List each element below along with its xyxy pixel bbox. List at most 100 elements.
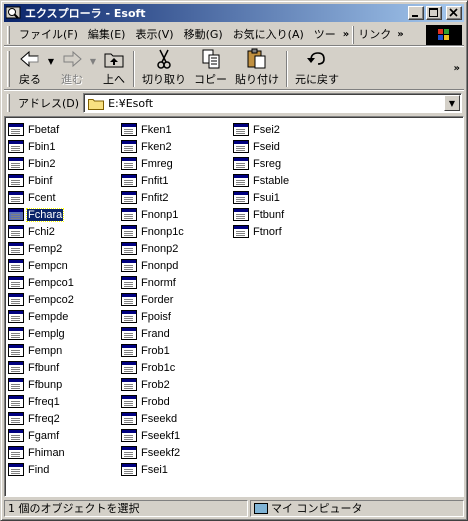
file-item[interactable]: Fnfit2 [121, 189, 185, 206]
menu-grip[interactable] [7, 25, 10, 44]
file-item[interactable]: Ffreq2 [8, 410, 75, 427]
file-item[interactable]: Fnonpd [121, 257, 185, 274]
file-item[interactable]: Fbinf [8, 172, 75, 189]
file-item[interactable]: Fempco2 [8, 291, 75, 308]
file-item[interactable]: Fnonp1c [121, 223, 185, 240]
file-name-label: Ftnorf [253, 225, 282, 238]
file-item[interactable]: Find [8, 461, 75, 478]
address-combobox[interactable]: E:¥Esoft ▼ [83, 93, 462, 113]
file-item[interactable]: Femp2 [8, 240, 75, 257]
file-name-label: Forder [141, 293, 174, 306]
file-item[interactable]: Ftbunf [233, 206, 290, 223]
file-item[interactable]: Fbetaf [8, 121, 75, 138]
file-item[interactable]: Frobd [121, 393, 185, 410]
back-label: 戻る [19, 72, 41, 86]
file-item[interactable]: Fhiman [8, 444, 75, 461]
file-item[interactable]: Fempco1 [8, 274, 75, 291]
copy-button[interactable]: コピー [190, 49, 231, 89]
file-item[interactable]: Fbin1 [8, 138, 75, 155]
application-window-icon [8, 191, 24, 204]
file-item[interactable]: Fsei1 [121, 461, 185, 478]
menu-favorites[interactable]: お気に入り(A) [228, 26, 309, 44]
file-item[interactable]: Frob2 [121, 376, 185, 393]
file-item[interactable]: Ftnorf [233, 223, 290, 240]
application-window-icon [121, 140, 137, 153]
paste-button[interactable]: 貼り付け [231, 48, 283, 89]
maximize-button[interactable] [426, 6, 442, 20]
file-item[interactable]: Fstable [233, 172, 290, 189]
file-item[interactable]: Frand [121, 325, 185, 342]
windows-logo [426, 25, 462, 45]
file-column: Fbetaf Fbin1 Fbin2 Fbinf Fcent Fchara Fchi2 Fem… [8, 121, 75, 478]
application-window-icon [121, 191, 137, 204]
back-button[interactable]: 戻る [14, 49, 46, 89]
title-bar[interactable]: エクスプローラ - Esoft [4, 4, 464, 22]
explorer-app-icon[interactable] [5, 6, 22, 20]
address-input[interactable]: E:¥Esoft [108, 97, 444, 110]
up-button[interactable]: 上へ [98, 49, 130, 89]
file-item[interactable]: Fsui1 [233, 189, 290, 206]
toolbar-grip[interactable] [7, 50, 10, 87]
file-item[interactable]: Fseekf2 [121, 444, 185, 461]
forward-label: 進む [61, 72, 83, 86]
application-window-icon [233, 123, 249, 136]
file-item[interactable]: Ffbunf [8, 359, 75, 376]
address-dropdown-button[interactable]: ▼ [444, 95, 460, 111]
file-item[interactable]: Fsreg [233, 155, 290, 172]
file-item[interactable]: Fempde [8, 308, 75, 325]
application-window-icon [8, 361, 24, 374]
address-grip[interactable] [7, 94, 10, 112]
file-item[interactable]: Fchi2 [8, 223, 75, 240]
file-item[interactable]: Frob1c [121, 359, 185, 376]
file-item[interactable]: Fcent [8, 189, 75, 206]
file-item[interactable]: Fnonp2 [121, 240, 185, 257]
file-item[interactable]: Ffbunp [8, 376, 75, 393]
file-item[interactable]: Fnfit1 [121, 172, 185, 189]
file-item[interactable]: Fnormf [121, 274, 185, 291]
file-item[interactable]: Ffreq1 [8, 393, 75, 410]
file-name-label: Fken2 [141, 140, 172, 153]
links-overflow-chevron[interactable]: » [397, 29, 403, 40]
file-item[interactable]: Frob1 [121, 342, 185, 359]
file-item[interactable]: Fsei2 [233, 121, 290, 138]
file-item[interactable]: Fempcn [8, 257, 75, 274]
links-label[interactable]: リンク [353, 25, 395, 44]
application-window-icon [121, 378, 137, 391]
close-button[interactable] [446, 6, 462, 20]
file-item[interactable]: Fseid [233, 138, 290, 155]
file-name-label: Fbin2 [28, 157, 56, 170]
file-item[interactable]: Fmreg [121, 155, 185, 172]
file-name-label: Fsei1 [141, 463, 168, 476]
forward-button[interactable]: 進む [56, 49, 88, 89]
forward-dropdown-arrow-icon[interactable]: ▼ [88, 57, 98, 66]
file-name-label: Fnonp2 [141, 242, 179, 255]
cut-button[interactable]: 切り取り [138, 49, 190, 89]
file-name-label: Fseekf2 [141, 446, 181, 459]
menu-view[interactable]: 表示(V) [130, 26, 178, 44]
file-item[interactable]: Fseekd [121, 410, 185, 427]
file-item[interactable]: Fnonp1 [121, 206, 185, 223]
file-item[interactable]: Fpoisf [121, 308, 185, 325]
file-item[interactable]: Fken1 [121, 121, 185, 138]
menu-overflow-chevron[interactable]: » [343, 29, 349, 40]
menu-file[interactable]: ファイル(F) [14, 26, 83, 44]
application-window-icon [8, 463, 24, 476]
toolbar-overflow-chevron[interactable]: » [454, 63, 460, 74]
file-item[interactable]: Fempn [8, 342, 75, 359]
application-window-icon [121, 259, 137, 272]
file-item[interactable]: Fseekf1 [121, 427, 185, 444]
file-list-view[interactable]: Fbetaf Fbin1 Fbin2 Fbinf Fcent Fchara Fchi2 Fem… [4, 116, 464, 497]
menu-edit[interactable]: 編集(E) [83, 26, 131, 44]
file-item[interactable]: Fken2 [121, 138, 185, 155]
undo-button[interactable]: 元に戻す [291, 49, 343, 89]
minimize-button[interactable] [408, 6, 424, 20]
file-name-label: Fnonp1 [141, 208, 179, 221]
file-item[interactable]: Fchara [8, 206, 75, 223]
file-item[interactable]: Fgamf [8, 427, 75, 444]
menu-go[interactable]: 移動(G) [179, 26, 228, 44]
file-item[interactable]: Femplg [8, 325, 75, 342]
back-dropdown-arrow-icon[interactable]: ▼ [46, 57, 56, 66]
menu-tools[interactable]: ツー [309, 26, 341, 44]
file-item[interactable]: Fbin2 [8, 155, 75, 172]
file-item[interactable]: Forder [121, 291, 185, 308]
